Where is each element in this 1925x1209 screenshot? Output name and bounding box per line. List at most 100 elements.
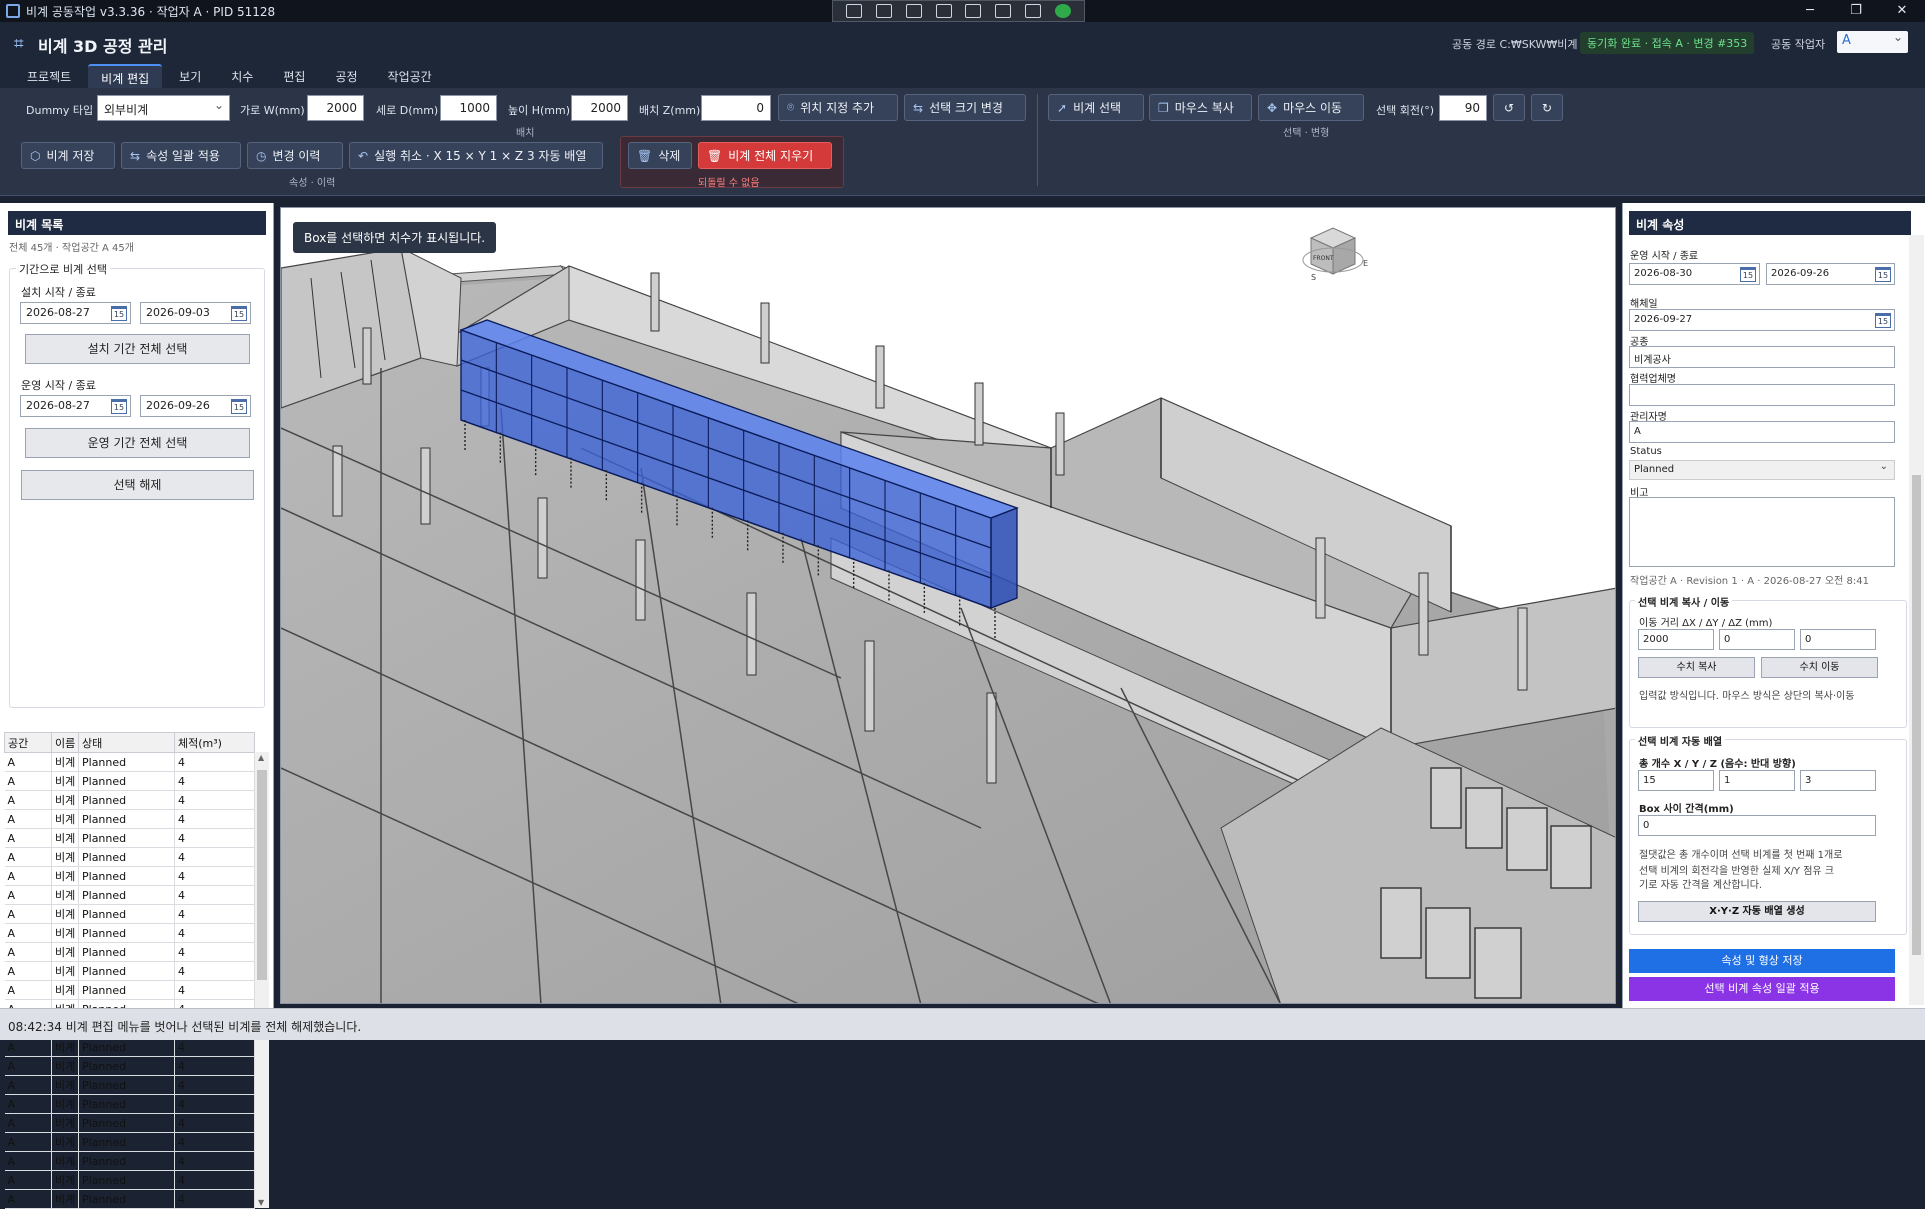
column-header[interactable]: 상태 — [78, 732, 175, 753]
count-x-input[interactable]: 15 — [1638, 770, 1714, 791]
manager-input[interactable]: A — [1629, 421, 1895, 443]
operate-select-button[interactable]: 운영 기간 전체 선택 — [25, 428, 250, 458]
table-row[interactable]: A비계Planned4 — [4, 885, 255, 905]
check-icon[interactable] — [1055, 4, 1072, 18]
table-row[interactable]: A비계Planned4 — [4, 1151, 255, 1171]
scrollbar-thumb[interactable] — [257, 770, 267, 980]
toolbar-icon-1[interactable] — [845, 4, 862, 18]
operate-end-input[interactable]: 2026-09-26 15 — [140, 395, 251, 417]
mouse-move-button[interactable]: ✥ 마우스 이동 — [1258, 94, 1364, 121]
tab-view[interactable]: 보기 — [166, 64, 214, 88]
trade-input[interactable]: 비계공사 — [1629, 346, 1895, 368]
dummy-type-select[interactable]: 외부비계 — [97, 95, 230, 121]
table-row[interactable]: A비계Planned4 — [4, 790, 255, 810]
toolbar-icon-5[interactable] — [965, 4, 982, 18]
column-header[interactable]: 이름 — [51, 732, 79, 753]
numeric-copy-button[interactable]: 수치 복사 — [1638, 657, 1755, 678]
install-start-input[interactable]: 2026-08-27 15 — [20, 302, 131, 324]
tab-dimension[interactable]: 치수 — [218, 64, 266, 88]
auto-array-button[interactable]: X·Y·Z 자동 배열 생성 — [1638, 901, 1876, 922]
dismantle-input[interactable]: 2026-09-27 15 — [1629, 309, 1895, 331]
operate-start-input[interactable]: 2026-08-30 15 — [1629, 263, 1760, 285]
calendar-icon[interactable]: 15 — [1875, 313, 1891, 328]
table-row[interactable]: A비계Planned4 — [4, 752, 255, 772]
status-select[interactable]: Planned — [1629, 460, 1895, 480]
maximize-button[interactable]: ❐ — [1833, 0, 1879, 22]
count-z-input[interactable]: 3 — [1800, 770, 1876, 791]
dz-input[interactable]: 0 — [1800, 629, 1876, 650]
calendar-icon[interactable]: 15 — [231, 399, 247, 414]
numeric-move-button[interactable]: 수치 이동 — [1761, 657, 1878, 678]
tab-workspace[interactable]: 작업공간 — [375, 64, 445, 88]
table-row[interactable]: A비계Planned4 — [4, 1094, 255, 1114]
worker-select[interactable]: A — [1837, 30, 1908, 53]
partner-input[interactable] — [1629, 384, 1895, 406]
table-row[interactable]: A비계Planned4 — [4, 1132, 255, 1152]
z-input[interactable]: 0 — [701, 95, 771, 121]
change-history-button[interactable]: ◷ 변경 이력 — [247, 142, 343, 169]
minimize-button[interactable]: ─ — [1787, 0, 1833, 22]
table-row[interactable]: A비계Planned4 — [4, 828, 255, 848]
table-row[interactable]: A비계Planned4 — [4, 1056, 255, 1076]
column-header[interactable]: 공간 — [4, 732, 52, 753]
tab-project[interactable]: 프로젝트 — [14, 64, 84, 88]
resize-selected-button[interactable]: ⇆ 선택 크기 변경 — [904, 94, 1026, 121]
width-input[interactable]: 2000 — [307, 95, 364, 121]
calendar-icon[interactable]: 15 — [231, 306, 247, 321]
table-row[interactable]: A비계Planned4 — [4, 866, 255, 886]
clear-selection-button[interactable]: 선택 해제 — [21, 470, 254, 500]
apply-all-button[interactable]: 선택 비계 속성 일괄 적용 — [1629, 977, 1895, 1001]
table-row[interactable]: A비계Planned4 — [4, 1189, 255, 1209]
tab-scaffold-edit[interactable]: 비계 편집 — [88, 64, 163, 88]
scrollbar-thumb[interactable] — [1912, 475, 1921, 955]
install-end-input[interactable]: 2026-09-03 15 — [140, 302, 251, 324]
view-cube[interactable]: FRONT S E — [1302, 227, 1368, 282]
apply-props-button[interactable]: ⇆ 속성 일괄 적용 — [121, 142, 241, 169]
toolbar-icon-7[interactable] — [1025, 4, 1042, 18]
toolbar-icon-4[interactable] — [935, 4, 952, 18]
toolbar-icon-2[interactable] — [875, 4, 892, 18]
3d-viewport[interactable]: FRONT S E Box를 선택하면 치수가 표시됩니다. — [280, 207, 1616, 1004]
table-row[interactable]: A비계Planned4 — [4, 809, 255, 829]
table-row[interactable]: A비계Planned4 — [4, 771, 255, 791]
calendar-icon[interactable]: 15 — [111, 399, 127, 414]
operate-start-input[interactable]: 2026-08-27 15 — [20, 395, 131, 417]
calendar-icon[interactable]: 15 — [1875, 267, 1891, 282]
undo-button[interactable]: ↶ 실행 취소 · X 15 × Y 1 × Z 3 자동 배열 — [349, 142, 603, 169]
save-shape-button[interactable]: 속성 및 형상 저장 — [1629, 949, 1895, 973]
calendar-icon[interactable]: 15 — [1740, 267, 1756, 282]
clear-all-button[interactable]: 🗑 비계 전체 지우기 — [698, 142, 832, 169]
list-scrollbar[interactable]: ▲ ▼ — [254, 752, 269, 1208]
table-row[interactable]: A비계Planned4 — [4, 942, 255, 962]
mouse-copy-button[interactable]: ❐ 마우스 복사 — [1149, 94, 1252, 121]
operate-end-input[interactable]: 2026-09-26 15 — [1766, 263, 1895, 285]
note-textarea[interactable] — [1629, 497, 1895, 567]
save-scaffold-button[interactable]: ⬡ 비계 저장 — [21, 142, 115, 169]
dx-input[interactable]: 2000 — [1638, 629, 1714, 650]
tab-edit[interactable]: 편집 — [270, 64, 318, 88]
table-row[interactable]: A비계Planned4 — [4, 961, 255, 981]
scroll-up-icon[interactable]: ▲ — [258, 753, 264, 762]
depth-input[interactable]: 1000 — [440, 95, 497, 121]
gap-input[interactable]: 0 — [1638, 815, 1876, 836]
toolbar-icon-3[interactable] — [905, 4, 922, 18]
table-row[interactable]: A비계Planned4 — [4, 1170, 255, 1190]
close-button[interactable]: ✕ — [1879, 0, 1925, 22]
height-input[interactable]: 2000 — [571, 95, 628, 121]
rotate-right-button[interactable]: ↻ — [1531, 94, 1563, 121]
tab-process[interactable]: 공정 — [322, 64, 370, 88]
table-row[interactable]: A비계Planned4 — [4, 1037, 255, 1057]
rotate-left-button[interactable]: ↺ — [1493, 94, 1525, 121]
table-row[interactable]: A비계Planned4 — [4, 980, 255, 1000]
table-row[interactable]: A비계Planned4 — [4, 923, 255, 943]
select-scaffold-button[interactable]: ➚ 비계 선택 — [1048, 94, 1144, 121]
install-select-button[interactable]: 설치 기간 전체 선택 — [25, 334, 250, 364]
delete-button[interactable]: 🗑 삭제 — [628, 142, 692, 169]
dy-input[interactable]: 0 — [1719, 629, 1795, 650]
column-header[interactable]: 체적(m³) — [174, 732, 255, 753]
scroll-down-icon[interactable]: ▼ — [258, 1198, 264, 1207]
properties-scrollbar[interactable] — [1909, 235, 1924, 1005]
toolbar-icon-6[interactable] — [995, 4, 1012, 18]
rotate-input[interactable]: 90 — [1439, 95, 1487, 121]
add-position-button[interactable]: ⌾ 위치 지정 추가 — [778, 94, 898, 121]
